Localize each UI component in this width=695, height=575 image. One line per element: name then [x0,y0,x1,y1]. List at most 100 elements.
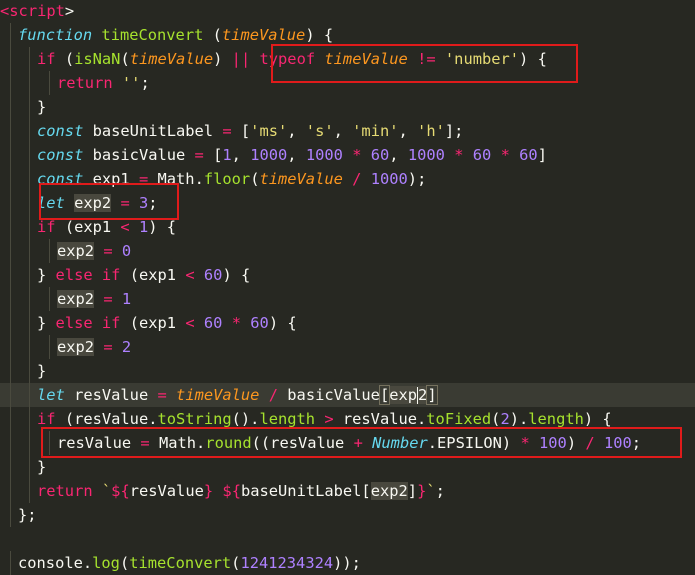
indent-guide [29,215,30,239]
code-token: [ [231,122,251,140]
code-text: exp2 = 2 [57,335,131,359]
code-text: return `${resValue} ${baseUnitLabel[exp2… [37,479,445,503]
code-line[interactable]: exp2 = 1 [0,287,695,311]
code-token: || [231,50,251,68]
code-token: if [37,410,56,428]
code-token: ; [140,74,150,92]
code-token: } [37,362,47,380]
code-token: 60 [203,314,223,332]
code-line[interactable]: const baseUnitLabel = ['ms', 's', 'min',… [0,119,695,143]
code-token: toString [157,410,232,428]
code-token: ( [55,50,75,68]
code-token: ) { [222,266,251,284]
code-line[interactable] [0,527,695,551]
code-token: ] [407,482,418,500]
indent-guide [29,239,30,263]
code-token: (exp1 [120,266,186,284]
code-token: = [194,146,204,164]
code-line[interactable]: exp2 = 0 [0,239,695,263]
code-token: 60 [370,146,390,164]
indent-guide [10,311,11,335]
code-token: 60 [203,266,223,284]
indent-guide [10,455,11,479]
code-token: (resValue. [55,410,158,428]
code-token: exp2 [370,482,408,500]
code-token: }; [18,506,37,524]
code-token: if [101,266,121,284]
code-line[interactable]: let resValue = timeValue / basicValue[ex… [0,383,695,407]
indent-guide [29,263,30,287]
code-token: ) { [148,218,177,236]
code-token: / [268,386,279,404]
code-line[interactable]: } else if (exp1 < 60) { [0,263,695,287]
code-token: if [37,50,56,68]
code-token: 1 [138,218,149,236]
code-token: toFixed [426,410,492,428]
code-token: timeConvert [101,26,204,44]
code-line[interactable]: } [0,455,695,479]
code-text: exp2 = 1 [57,287,131,311]
code-token: let [37,386,65,404]
indent-guide [10,71,11,95]
code-text: exp2 = 0 [57,239,131,263]
indent-guide [10,167,11,191]
code-token: 'ms' [250,122,288,140]
code-line[interactable]: const basicValue = [1, 1000, 1000 * 60, … [0,143,695,167]
code-token: ) { [583,410,612,428]
code-token: isNaN [74,50,121,68]
indent-guide [10,119,11,143]
code-token: 60 [472,146,492,164]
code-token: 1000 [370,170,408,188]
code-token: else [55,266,93,284]
code-line[interactable]: } else if (exp1 < 60 * 60) { [0,311,695,335]
code-token: , [287,122,306,140]
code-token: ( [203,26,222,44]
code-token: 'min' [352,122,399,140]
code-text: } [37,359,46,383]
code-line[interactable]: exp2 = 2 [0,335,695,359]
code-line[interactable]: } [0,359,695,383]
code-token: ( [119,554,130,572]
indent-guide [10,551,11,575]
code-line[interactable]: }; [0,503,695,527]
code-token: (). [231,410,260,428]
code-token: > [324,410,334,428]
code-token: timeValue [221,26,306,44]
indent-guide [10,335,11,359]
indent-guide [29,431,30,455]
code-token: = [103,338,113,356]
code-token: exp2 [57,290,95,308]
indent-guide [29,71,30,95]
code-token: ] [537,146,547,164]
indent-guide [29,143,30,167]
code-token: exp2 [57,338,95,356]
indent-guide [10,407,11,431]
code-line[interactable]: return `${resValue} ${baseUnitLabel[exp2… [0,479,695,503]
code-line[interactable]: } [0,95,695,119]
annotation-box-typeof-check [271,44,578,83]
indent-guide [49,71,50,95]
code-token: < [185,314,195,332]
indent-guide [10,215,11,239]
code-token: baseUnitLabel[ [240,482,371,500]
code-token: ${ [111,482,130,500]
indent-guide [29,119,30,143]
code-line[interactable]: <script> [0,0,695,23]
code-token: 1000 [250,146,288,164]
code-token: } [37,266,56,284]
code-token: } [37,458,47,476]
code-token: basicValue [83,146,195,164]
code-editor[interactable]: <script> function timeConvert (timeValue)… [0,0,695,575]
code-token: log [92,554,120,572]
code-token: } [417,482,427,500]
code-token: 1000 [305,146,343,164]
code-line[interactable]: console.log(timeConvert(1241234324)); [0,551,695,575]
